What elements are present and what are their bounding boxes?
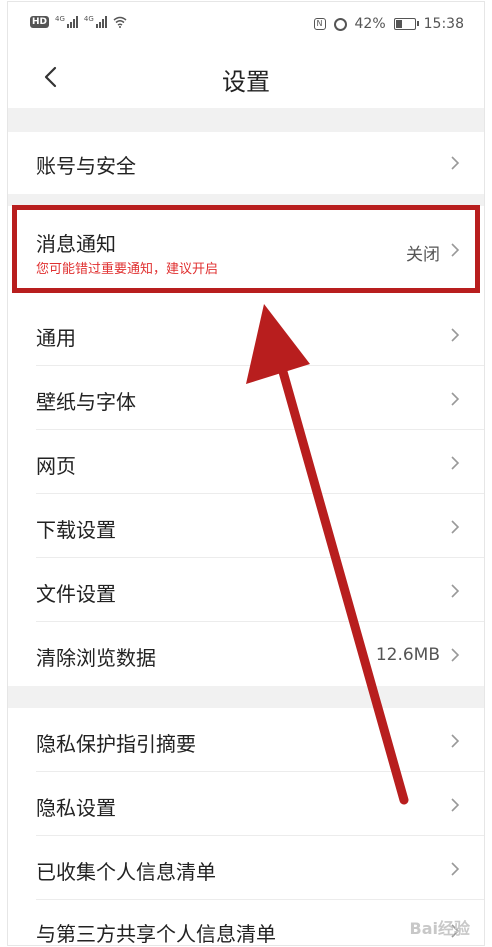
page-title: 设置	[222, 68, 270, 96]
settings-item-label: 隐私设置	[36, 796, 116, 820]
page-header: 设置	[8, 46, 484, 108]
settings-item-download[interactable]: 下载设置	[8, 494, 484, 558]
signal-icon: 4G	[84, 16, 107, 28]
battery-icon	[393, 18, 419, 30]
signal-icon: 4G	[55, 16, 78, 28]
settings-item-general[interactable]: 通用	[8, 302, 484, 366]
chevron-right-icon	[451, 734, 460, 748]
settings-item-label: 文件设置	[36, 582, 116, 606]
phone-screen: HD 4G 4G N 42% 15:38 设置 账号与安全 消息通知 您可能错过…	[8, 2, 484, 945]
settings-item-clear-data[interactable]: 清除浏览数据 12.6MB	[8, 622, 484, 686]
clock: 15:38	[423, 16, 464, 32]
settings-item-notification[interactable]: 消息通知 您可能错过重要通知，建议开启 关闭	[8, 206, 484, 292]
chevron-right-icon	[451, 243, 460, 257]
section-gap	[8, 194, 484, 206]
settings-item-label: 消息通知	[36, 232, 116, 256]
settings-item-label: 已收集个人信息清单	[36, 860, 216, 884]
chevron-right-icon	[451, 520, 460, 534]
chevron-right-icon	[451, 328, 460, 342]
chevron-right-icon	[451, 156, 460, 170]
chevron-right-icon	[451, 392, 460, 406]
settings-item-personal-info[interactable]: 已收集个人信息清单	[8, 836, 484, 900]
chevron-right-icon	[451, 456, 460, 470]
settings-item-label: 下载设置	[36, 518, 116, 542]
chevron-right-icon	[451, 862, 460, 876]
settings-item-privacy-guide[interactable]: 隐私保护指引摘要	[8, 708, 484, 772]
settings-item-privacy[interactable]: 隐私设置	[8, 772, 484, 836]
settings-item-label: 清除浏览数据	[36, 646, 156, 670]
settings-item-label: 隐私保护指引摘要	[36, 732, 196, 756]
status-bar: HD 4G 4G N 42% 15:38	[8, 2, 484, 46]
watermark: Bai经验	[409, 919, 470, 938]
nfc-icon: N	[313, 18, 326, 30]
settings-item-label: 通用	[36, 326, 76, 350]
notification-warning: 您可能错过重要通知，建议开启	[36, 262, 219, 277]
settings-item-label: 账号与安全	[36, 154, 136, 178]
hd-badge: HD	[30, 16, 50, 28]
settings-item-label: 网页	[36, 454, 76, 478]
settings-item-label: 与第三方共享个人信息清单	[36, 922, 276, 945]
chevron-right-icon	[451, 584, 460, 598]
section-gap	[8, 108, 484, 132]
alarm-icon	[333, 17, 347, 31]
settings-item-webpage[interactable]: 网页	[8, 430, 484, 494]
chevron-right-icon	[451, 798, 460, 812]
battery-percent: 42%	[354, 16, 386, 32]
wifi-icon	[113, 16, 127, 28]
section-gap	[8, 686, 484, 708]
settings-item-file[interactable]: 文件设置	[8, 558, 484, 622]
settings-item-wallpaper-font[interactable]: 壁纸与字体	[8, 366, 484, 430]
settings-item-label: 壁纸与字体	[36, 390, 136, 414]
settings-item-account[interactable]: 账号与安全	[8, 132, 484, 194]
chevron-right-icon	[451, 648, 460, 662]
notification-status: 关闭	[406, 245, 440, 265]
cache-size: 12.6MB	[375, 645, 440, 665]
